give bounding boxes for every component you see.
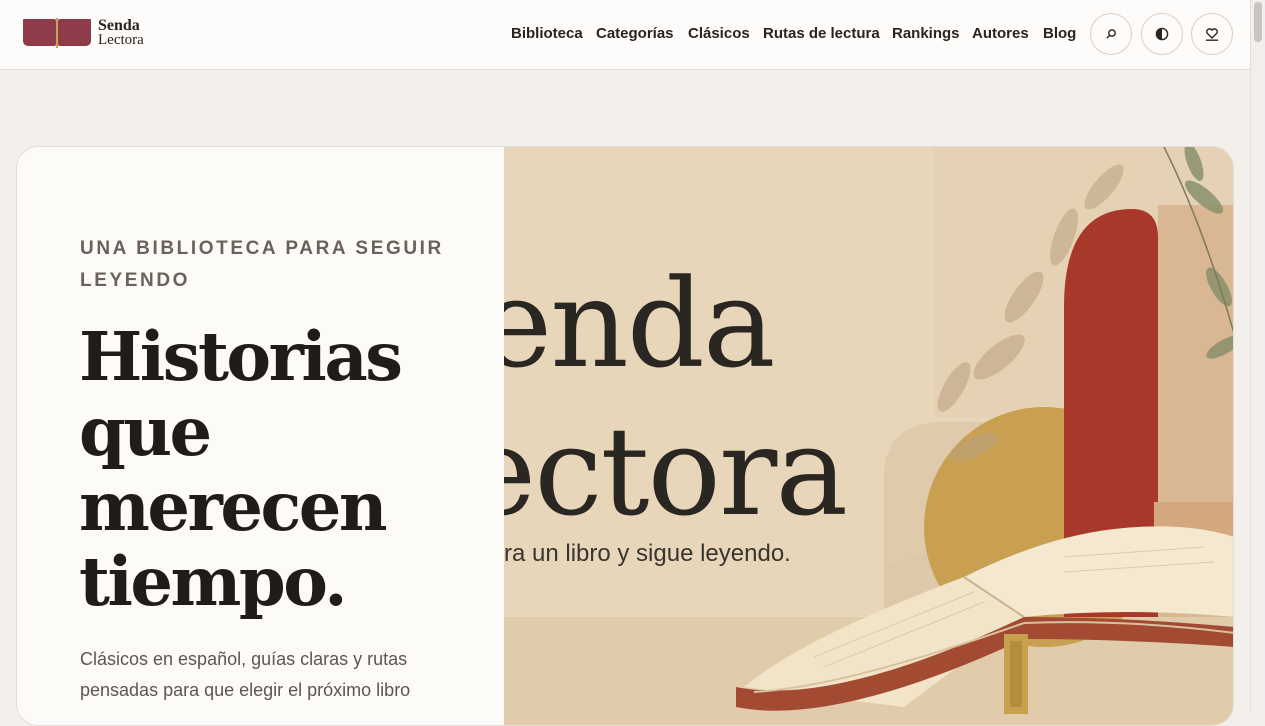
nav-autores[interactable]: Autores xyxy=(972,25,1029,42)
saved-books-button[interactable] xyxy=(1191,13,1233,55)
nav-rankings[interactable]: Rankings xyxy=(892,25,960,42)
search-icon xyxy=(1106,29,1116,39)
scrollbar-thumb[interactable] xyxy=(1254,2,1262,42)
book-logo-icon xyxy=(23,18,91,48)
page-scrollbar[interactable] xyxy=(1250,0,1265,712)
logo-text: Senda Lectora xyxy=(98,18,144,48)
nav-clasicos[interactable]: Clásicos xyxy=(688,25,750,42)
poster-title-line-1: enda xyxy=(504,253,776,395)
poster-title-line-2: ectora xyxy=(504,401,848,543)
contrast-icon xyxy=(1155,27,1169,41)
hero-text-panel: UNA BIBLIOTECA PARA SEGUIR LEYENDO Histo… xyxy=(17,147,504,725)
hero-headline: Historias que merecen tiempo. xyxy=(79,317,403,621)
logo-line-1: Senda xyxy=(98,17,140,34)
site-logo[interactable]: Senda Lectora xyxy=(23,18,144,48)
hero-card: UNA BIBLIOTECA PARA SEGUIR LEYENDO Histo… xyxy=(16,146,1234,726)
nav-rutas-de-lectura[interactable]: Rutas de lectura xyxy=(763,25,880,42)
logo-line-2: Lectora xyxy=(98,32,144,48)
poster-tagline: ra un libro y sigue leyendo. xyxy=(504,540,791,567)
hero-lead: Clásicos en español, guías claras y ruta… xyxy=(80,649,411,700)
nav-categorias[interactable]: Categorías xyxy=(596,25,674,42)
site-header: Senda Lectora Biblioteca Categorías Clás… xyxy=(0,0,1250,70)
nav-blog[interactable]: Blog xyxy=(1043,25,1076,42)
nav-biblioteca[interactable]: Biblioteca xyxy=(511,25,583,42)
theme-toggle-button[interactable] xyxy=(1141,13,1183,55)
hero-eyebrow: UNA BIBLIOTECA PARA SEGUIR LEYENDO xyxy=(80,238,444,291)
heart-bookmark-icon xyxy=(1205,28,1219,41)
hero-illustration: enda ectora ra un libro y sigue leyendo. xyxy=(504,147,1233,725)
search-button[interactable] xyxy=(1090,13,1132,55)
